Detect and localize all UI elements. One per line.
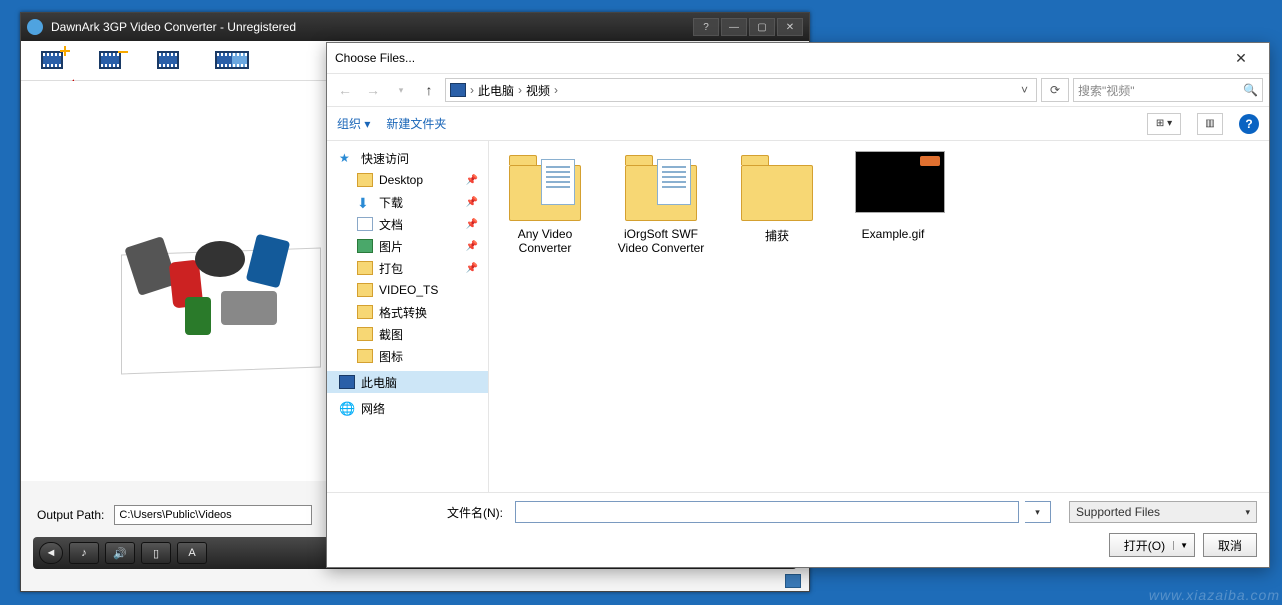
pin-icon: 📌 bbox=[466, 175, 478, 186]
tree-item[interactable]: 截图 bbox=[327, 323, 488, 345]
new-folder-button[interactable]: 新建文件夹 bbox=[386, 115, 446, 132]
organize-menu[interactable]: 组织 ▾ bbox=[337, 115, 370, 132]
tree-item[interactable]: Desktop📌 bbox=[327, 169, 488, 191]
folder-icon bbox=[507, 151, 583, 221]
cancel-button[interactable]: 取消 bbox=[1203, 533, 1257, 557]
search-input[interactable]: 搜索"视频" 🔍 bbox=[1073, 78, 1263, 102]
view-mode-button[interactable]: ⊞ ▾ bbox=[1147, 113, 1181, 135]
dialog-footer: 文件名(N): ▾ Supported Files▾ 打开(O)▼ 取消 bbox=[327, 492, 1269, 567]
pc-icon bbox=[339, 375, 355, 389]
tree-this-pc[interactable]: 此电脑 bbox=[327, 371, 488, 393]
chevron-right-icon: › bbox=[470, 83, 474, 97]
folder-icon bbox=[357, 261, 373, 275]
file-item[interactable]: iOrgSoft SWF Video Converter bbox=[613, 151, 709, 255]
text-icon[interactable]: A bbox=[177, 542, 207, 564]
picture-icon bbox=[357, 239, 373, 253]
file-item[interactable]: 捕获 bbox=[729, 151, 825, 244]
breadcrumb-pc[interactable]: 此电脑 bbox=[478, 82, 514, 99]
folder-icon bbox=[357, 173, 373, 187]
add-file-button[interactable] bbox=[39, 49, 67, 73]
file-list[interactable]: Any Video Converter iOrgSoft SWF Video Co… bbox=[489, 141, 1269, 492]
pin-icon: 📌 bbox=[466, 219, 478, 230]
status-icon[interactable] bbox=[785, 574, 801, 588]
filetype-filter[interactable]: Supported Files▾ bbox=[1069, 501, 1257, 523]
open-button[interactable]: 打开(O)▼ bbox=[1109, 533, 1195, 557]
folder-icon bbox=[739, 151, 815, 221]
refresh-icon[interactable]: ⟳ bbox=[1041, 78, 1069, 102]
status-strip bbox=[21, 571, 809, 591]
maximize-button[interactable]: ▢ bbox=[749, 18, 775, 36]
preview-pane-button[interactable]: ▥ bbox=[1197, 113, 1223, 135]
folder-icon bbox=[357, 283, 373, 297]
breadcrumb-root-icon bbox=[450, 83, 466, 97]
dialog-title: Choose Files... bbox=[335, 51, 415, 65]
tree-item[interactable]: VIDEO_TS bbox=[327, 279, 488, 301]
nav-back-icon[interactable]: ← bbox=[333, 78, 357, 102]
watermark: www.xiazaiba.com bbox=[1149, 587, 1280, 603]
dialog-titlebar[interactable]: Choose Files... ✕ bbox=[327, 43, 1269, 73]
minimize-button[interactable]: — bbox=[721, 18, 747, 36]
breadcrumb-videos[interactable]: 视频 bbox=[526, 82, 550, 99]
file-label: 捕获 bbox=[729, 227, 825, 244]
star-icon: ★ bbox=[339, 151, 355, 165]
app-title: DawnArk 3GP Video Converter - Unregister… bbox=[51, 20, 296, 34]
dialog-close-button[interactable]: ✕ bbox=[1221, 46, 1261, 70]
file-dialog: Choose Files... ✕ ← → ▾ ↑ › 此电脑 › 视频 › ˅… bbox=[326, 42, 1270, 568]
tree-network[interactable]: 🌐 网络 bbox=[327, 397, 488, 419]
filename-label: 文件名(N): bbox=[339, 504, 509, 521]
network-icon: 🌐 bbox=[339, 401, 355, 415]
chevron-right-icon: › bbox=[518, 83, 522, 97]
output-path-input[interactable] bbox=[114, 505, 312, 525]
filename-input[interactable] bbox=[515, 501, 1019, 523]
file-label: Example.gif bbox=[845, 227, 941, 241]
tree-quick-access[interactable]: ★ 快速访问 bbox=[327, 147, 488, 169]
help-icon[interactable]: ? bbox=[1239, 114, 1259, 134]
file-label: iOrgSoft SWF Video Converter bbox=[613, 227, 709, 255]
folder-icon bbox=[357, 327, 373, 341]
breadcrumb-dropdown[interactable]: ˅ bbox=[1017, 83, 1032, 97]
device-icon[interactable]: ▯ bbox=[141, 542, 171, 564]
back-icon[interactable]: ◄ bbox=[39, 542, 63, 564]
search-icon: 🔍 bbox=[1243, 83, 1258, 97]
folder-icon bbox=[357, 305, 373, 319]
help-button[interactable]: ? bbox=[693, 18, 719, 36]
devices-illustration bbox=[121, 221, 331, 371]
breadcrumb[interactable]: › 此电脑 › 视频 › ˅ bbox=[445, 78, 1037, 102]
file-item[interactable]: Any Video Converter bbox=[497, 151, 593, 255]
volume-icon[interactable]: 🔊 bbox=[105, 542, 135, 564]
app-icon bbox=[27, 19, 43, 35]
folder-icon bbox=[357, 349, 373, 363]
clear-list-button[interactable] bbox=[155, 49, 183, 73]
settings-button[interactable] bbox=[213, 49, 241, 73]
nav-forward-icon[interactable]: → bbox=[361, 78, 385, 102]
pin-icon: 📌 bbox=[466, 241, 478, 252]
titlebar[interactable]: DawnArk 3GP Video Converter - Unregister… bbox=[21, 13, 809, 41]
pin-icon: 📌 bbox=[466, 263, 478, 274]
file-label: Any Video Converter bbox=[497, 227, 593, 255]
tree-item[interactable]: 文档📌 bbox=[327, 213, 488, 235]
filename-dropdown[interactable]: ▾ bbox=[1025, 501, 1051, 523]
audio-icon[interactable]: ♪ bbox=[69, 542, 99, 564]
close-button[interactable]: ✕ bbox=[777, 18, 803, 36]
tree-item[interactable]: 打包📌 bbox=[327, 257, 488, 279]
nav-up-icon[interactable]: ↑ bbox=[417, 78, 441, 102]
tree-item[interactable]: 图片📌 bbox=[327, 235, 488, 257]
output-path-label: Output Path: bbox=[37, 508, 104, 522]
tree-item[interactable]: 格式转换 bbox=[327, 301, 488, 323]
nav-recent-icon[interactable]: ▾ bbox=[389, 78, 413, 102]
tree-item[interactable]: 图标 bbox=[327, 345, 488, 367]
document-icon bbox=[357, 217, 373, 231]
folder-icon bbox=[623, 151, 699, 221]
search-placeholder: 搜索"视频" bbox=[1078, 82, 1135, 99]
remove-file-button[interactable] bbox=[97, 49, 125, 73]
gif-thumbnail bbox=[855, 151, 945, 213]
pin-icon: 📌 bbox=[466, 197, 478, 208]
chevron-right-icon: › bbox=[554, 83, 558, 97]
tree-item[interactable]: ⬇下载📌 bbox=[327, 191, 488, 213]
file-item[interactable]: Example.gif bbox=[845, 151, 941, 241]
nav-tree[interactable]: ★ 快速访问 Desktop📌⬇下载📌文档📌图片📌打包📌VIDEO_TS格式转换… bbox=[327, 141, 489, 492]
dialog-command-bar: 组织 ▾ 新建文件夹 ⊞ ▾ ▥ ? bbox=[327, 107, 1269, 141]
download-icon: ⬇ bbox=[357, 195, 373, 209]
dialog-nav: ← → ▾ ↑ › 此电脑 › 视频 › ˅ ⟳ 搜索"视频" 🔍 bbox=[327, 73, 1269, 107]
